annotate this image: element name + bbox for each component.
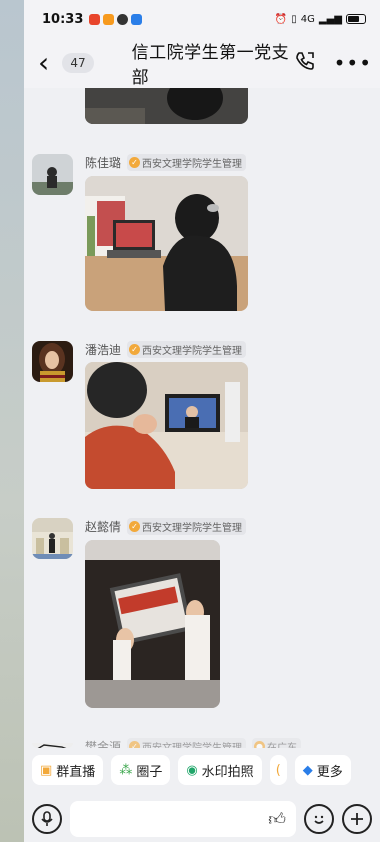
status-time: 10:33 [42, 11, 84, 27]
verified-icon: ✓ [129, 521, 141, 532]
alarm-icon: ⏰ [274, 13, 288, 25]
live-tv-icon: ▣ [40, 762, 53, 778]
feature-chip-camera[interactable]: ◉ 水印拍照 [178, 755, 262, 785]
role-badge: ✓西安文理学院学生管理 [127, 341, 247, 358]
chat-screen: 10:33 ⏰ ▯ 4G ▂▄▆ ‹ 47 信工院学生第一党支部 ••• 陈佳璐… [24, 0, 380, 842]
location-icon: ● [254, 741, 266, 748]
badge-label: 西安文理学院学生管理 [142, 523, 243, 534]
role-badge: ✓西安文理学院学生管理 [127, 738, 247, 748]
chat-title: 信工院学生第一党支部 [131, 43, 290, 88]
feature-bar: ▣ 群直播 ⁂ 圈子 ◉ 水印拍照 ( ◆ 更多 [24, 752, 380, 788]
chat-image[interactable] [85, 176, 248, 311]
sender-name[interactable]: 樊金源 [85, 738, 121, 748]
sender-name[interactable]: 陈佳璐 [85, 154, 121, 171]
add-icon[interactable] [342, 804, 372, 834]
vibrate-icon: ▯ [291, 13, 297, 25]
badge-label: 西安文理学院学生管理 [142, 739, 242, 748]
more-icon[interactable]: ••• [334, 51, 372, 75]
unread-count-badge[interactable]: 47 [62, 53, 94, 73]
chat-image[interactable] [85, 88, 248, 124]
network-label: 4G [300, 13, 315, 25]
emoji-icon[interactable] [304, 804, 334, 834]
avatar[interactable] [32, 518, 73, 559]
badge-label: 西安文理学院学生管理 [142, 159, 243, 170]
input-bar: 👍︎ [24, 796, 380, 842]
location-badge: ●在广东 [252, 738, 302, 748]
message-list[interactable]: 陈佳璐 ✓ 西安文理学院学生管理 潘浩迪 ✓ 西安文理学院学生管理 赵懿倩 ✓ … [24, 88, 380, 748]
sender-row: 赵懿倩 ✓ 西安文理学院学生管理 [85, 518, 247, 535]
circle-icon: ⁂ [119, 762, 133, 778]
feature-label: 更多 [316, 764, 343, 780]
avatar[interactable] [32, 341, 73, 382]
verified-icon: ✓ [129, 741, 141, 748]
battery-icon [346, 14, 366, 24]
feature-label: 水印拍照 [201, 764, 254, 780]
sender-name[interactable]: 潘浩迪 [85, 341, 121, 358]
badge-label: 西安文理学院学生管理 [142, 346, 243, 357]
wallpaper [0, 0, 24, 842]
sender-row: 陈佳璐 ✓ 西安文理学院学生管理 [85, 154, 247, 171]
sender-row: 樊金源 ✓西安文理学院学生管理 ●在广东 [85, 738, 302, 748]
feature-chip-circle[interactable]: ⁂ 圈子 [111, 755, 171, 785]
sender-row: 潘浩迪 ✓ 西安文理学院学生管理 [85, 341, 247, 358]
thumbs-up-icon[interactable]: 👍︎ [268, 809, 286, 830]
avatar[interactable] [32, 738, 73, 748]
feature-label: 圈子 [136, 764, 163, 780]
verified-icon: ✓ [129, 157, 141, 168]
back-icon[interactable]: ‹ [38, 49, 58, 77]
chat-image[interactable] [85, 540, 220, 708]
app-icon [131, 13, 143, 25]
role-badge: ✓西安文理学院学生管理 [127, 518, 247, 535]
avatar[interactable] [32, 154, 73, 195]
camera-icon: ◉ [186, 762, 198, 778]
sender-name[interactable]: 赵懿倩 [85, 518, 121, 535]
message-input[interactable]: 👍︎ [70, 801, 296, 837]
status-bar: 10:33 ⏰ ▯ 4G ▂▄▆ [24, 0, 380, 38]
chat-header: ‹ 47 信工院学生第一党支部 ••• [24, 38, 380, 88]
role-badge: ✓西安文理学院学生管理 [127, 154, 247, 171]
notification-icon [89, 13, 101, 25]
feature-chip-more[interactable]: ◆ 更多 [294, 755, 351, 785]
message-icon [117, 13, 129, 25]
feature-chip-live[interactable]: ▣ 群直播 [32, 755, 104, 785]
voice-icon[interactable] [32, 804, 62, 834]
signal-icon: ▂▄▆ [318, 13, 342, 25]
chat-image[interactable] [85, 362, 248, 489]
call-icon[interactable] [294, 50, 316, 77]
more-app-icon: ◆ [302, 762, 313, 778]
feature-chip-partial[interactable]: ( [269, 755, 287, 785]
status-right: ⏰ ▯ 4G ▂▄▆ [275, 14, 366, 25]
notification-icon [103, 13, 115, 25]
feature-label: 群直播 [56, 764, 96, 780]
verified-icon: ✓ [129, 344, 141, 355]
badge-label: 在广东 [267, 739, 297, 748]
partial-icon: ( [275, 762, 281, 778]
